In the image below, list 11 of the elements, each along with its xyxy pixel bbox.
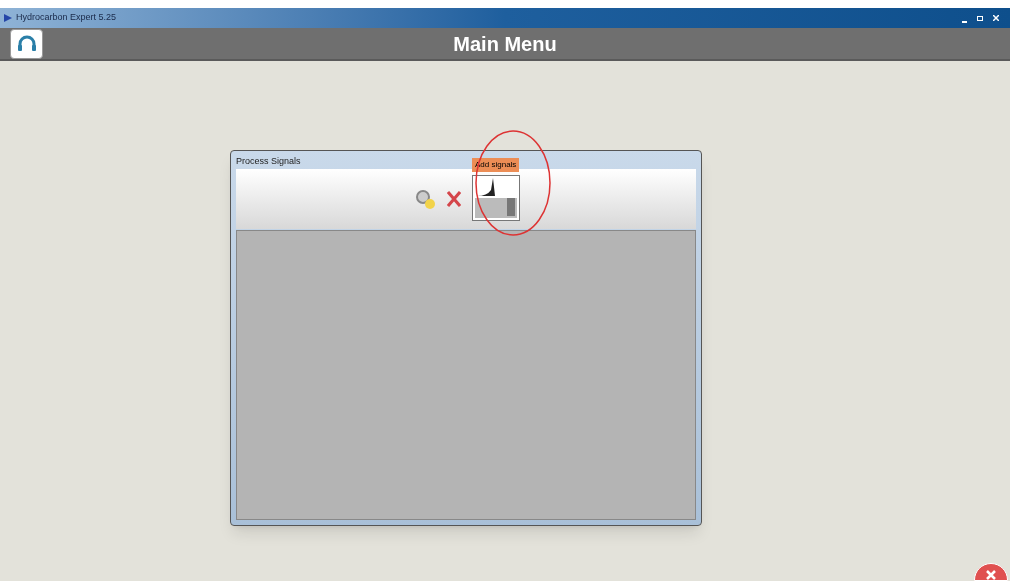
close-button[interactable] bbox=[990, 13, 1002, 23]
magnifier-icon bbox=[415, 189, 435, 209]
page-title: Main Menu bbox=[452, 31, 558, 57]
delete-icon bbox=[447, 191, 461, 207]
window-title: Hydrocarbon Expert 5.25 bbox=[16, 11, 117, 25]
maximize-button[interactable] bbox=[974, 13, 986, 23]
dialog-title: Process Signals bbox=[236, 155, 301, 169]
support-button[interactable] bbox=[10, 28, 43, 59]
exit-button[interactable] bbox=[974, 563, 1008, 581]
app-icon bbox=[4, 14, 12, 22]
close-icon bbox=[986, 570, 996, 580]
